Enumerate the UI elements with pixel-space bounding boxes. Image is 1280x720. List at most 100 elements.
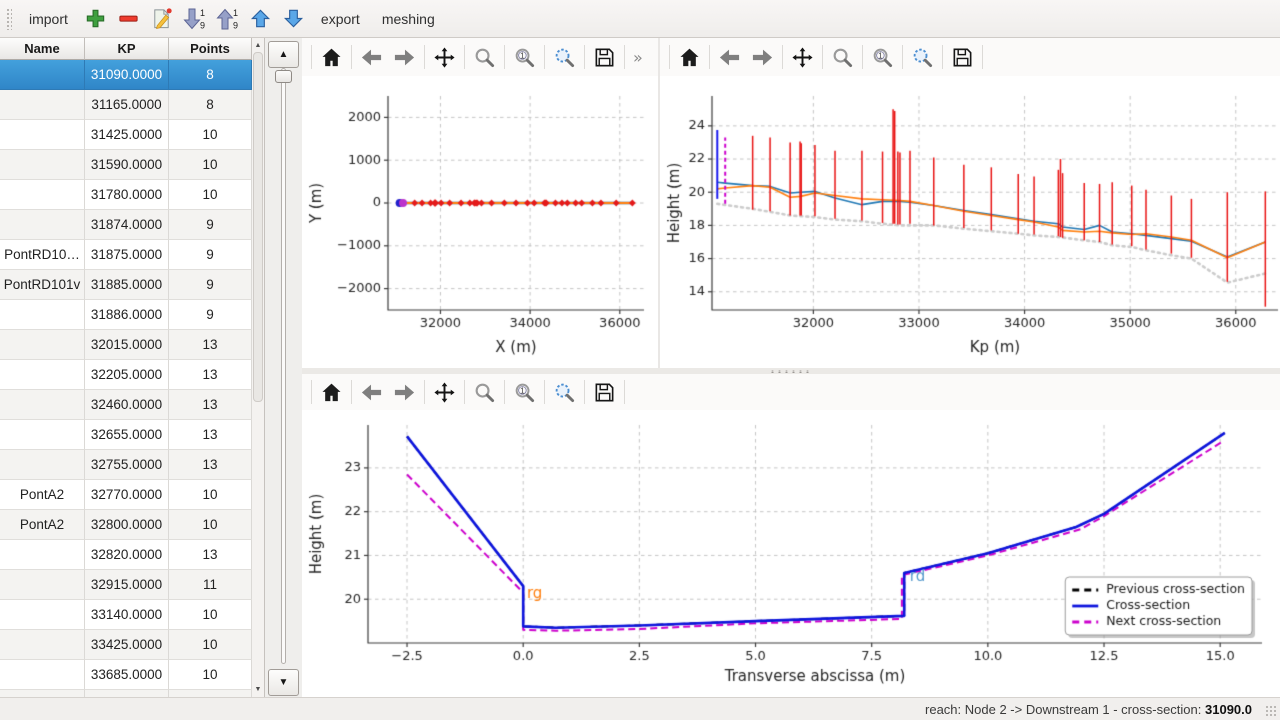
home-button[interactable] <box>315 43 348 71</box>
add-cross-section-button[interactable] <box>79 5 112 33</box>
status-cross-section-value: 31090.0 <box>1205 702 1252 717</box>
cell-points: 10 <box>169 630 252 660</box>
toolbar-separator <box>822 45 823 69</box>
export-button[interactable]: export <box>310 6 371 32</box>
toolbar-drag-handle[interactable] <box>6 8 12 30</box>
longitudinal-profile-chart[interactable] <box>660 76 1280 368</box>
table-scrollbar[interactable]: ▲ ▼ <box>252 38 265 697</box>
cross-section-chart[interactable] <box>302 410 1280 697</box>
sort-down-button[interactable]: 19 <box>178 5 211 33</box>
column-header-points[interactable]: Points <box>169 38 252 60</box>
scroll-down-icon[interactable]: ▼ <box>252 683 264 696</box>
zoom-fit-button[interactable] <box>548 378 581 406</box>
zoom-original-button[interactable]: 1 <box>508 43 541 71</box>
toolbar-separator <box>311 45 312 69</box>
table-row[interactable]: 31590.000010 <box>0 150 252 180</box>
toolbar-separator <box>624 45 625 69</box>
table-row[interactable]: 31874.00009 <box>0 210 252 240</box>
table-row[interactable]: 32655.000013 <box>0 420 252 450</box>
cell-points: 8 <box>169 60 252 90</box>
scrollbar-thumb[interactable] <box>253 52 263 402</box>
cell-name: PontA2 <box>0 510 85 540</box>
plan-view-chart[interactable] <box>302 76 658 368</box>
table-row[interactable]: 31780.000010 <box>0 180 252 210</box>
forward-button[interactable] <box>388 43 421 71</box>
table-row[interactable]: 31886.00009 <box>0 300 252 330</box>
table-row[interactable]: 33425.000010 <box>0 630 252 660</box>
table-row[interactable]: 32205.000013 <box>0 360 252 390</box>
cell-kp: 33685.0000 <box>85 660 169 690</box>
zoom-original-button[interactable]: 1 <box>866 43 899 71</box>
table-body: 31090.0000831165.0000831425.00001031590.… <box>0 60 252 697</box>
pan-button[interactable] <box>428 378 461 406</box>
table-row[interactable]: 31425.000010 <box>0 120 252 150</box>
back-button[interactable] <box>355 378 388 406</box>
move-up-button[interactable] <box>244 5 277 33</box>
toolbar-separator <box>709 45 710 69</box>
resize-grip[interactable] <box>1265 705 1278 718</box>
cell-points: 9 <box>169 270 252 300</box>
save-figure-button[interactable] <box>946 43 979 71</box>
cell-points: 8 <box>169 90 252 120</box>
toolbar-separator <box>311 380 312 404</box>
table-row[interactable]: PontRD101v31885.00009 <box>0 270 252 300</box>
edit-cross-section-button[interactable] <box>145 5 178 33</box>
cell-points: 10 <box>169 180 252 210</box>
cell-points: 9 <box>169 210 252 240</box>
move-down-button[interactable] <box>277 5 310 33</box>
zoom-fit-button[interactable] <box>906 43 939 71</box>
zoom-original-button[interactable]: 1 <box>508 378 541 406</box>
section-up-button[interactable]: ▲ <box>268 41 299 68</box>
table-row[interactable]: 32915.000011 <box>0 570 252 600</box>
cell-kp: 31886.0000 <box>85 300 169 330</box>
meshing-button[interactable]: meshing <box>371 6 446 32</box>
zoom-button[interactable] <box>826 43 859 71</box>
zoom-fit-button[interactable] <box>548 43 581 71</box>
table-row[interactable]: 31090.00008 <box>0 60 252 90</box>
table-row[interactable]: PontRD10…31875.00009 <box>0 240 252 270</box>
section-slider-handle[interactable] <box>275 70 292 83</box>
toolbar-separator <box>424 45 425 69</box>
table-row[interactable]: 33140.000010 <box>0 600 252 630</box>
column-header-name[interactable]: Name <box>0 38 85 60</box>
sort-up-button[interactable]: 19 <box>211 5 244 33</box>
main-toolbar: import 1919 exportmeshing <box>0 0 1280 38</box>
cell-kp: 31874.0000 <box>85 210 169 240</box>
forward-button[interactable] <box>746 43 779 71</box>
cross-sections-table: NameKPPoints 31090.0000831165.0000831425… <box>0 38 252 697</box>
table-row[interactable]: PontA232800.000010 <box>0 510 252 540</box>
save-figure-button[interactable] <box>588 43 621 71</box>
cell-name <box>0 420 85 450</box>
home-button[interactable] <box>315 378 348 406</box>
cell-name <box>0 90 85 120</box>
table-row[interactable]: 32015.000013 <box>0 330 252 360</box>
table-row[interactable]: 32755.000013 <box>0 450 252 480</box>
toolbar-separator <box>544 45 545 69</box>
column-header-kp[interactable]: KP <box>85 38 169 60</box>
section-slider-track[interactable] <box>281 68 286 664</box>
table-row[interactable]: 32820.000013 <box>0 540 252 570</box>
table-row[interactable]: 31165.00008 <box>0 90 252 120</box>
pan-button[interactable] <box>428 43 461 71</box>
pan-button[interactable] <box>786 43 819 71</box>
zoom-button[interactable] <box>468 378 501 406</box>
scroll-up-icon[interactable]: ▲ <box>252 39 264 52</box>
import-button[interactable]: import <box>18 6 79 32</box>
table-row[interactable]: 32460.000013 <box>0 390 252 420</box>
table-row[interactable]: 33685.000010 <box>0 660 252 690</box>
cell-points: 9 <box>169 240 252 270</box>
back-button[interactable] <box>355 43 388 71</box>
back-button[interactable] <box>713 43 746 71</box>
toolbar-separator <box>351 45 352 69</box>
home-button[interactable] <box>673 43 706 71</box>
cell-kp: 32460.0000 <box>85 390 169 420</box>
toolbar-overflow-icon[interactable]: » <box>633 48 643 67</box>
cell-points: 10 <box>169 150 252 180</box>
table-row[interactable]: PontA232770.000010 <box>0 480 252 510</box>
toolbar-separator <box>982 45 983 69</box>
save-figure-button[interactable] <box>588 378 621 406</box>
section-down-button[interactable]: ▼ <box>268 669 299 696</box>
forward-button[interactable] <box>388 378 421 406</box>
remove-cross-section-button[interactable] <box>112 5 145 33</box>
zoom-button[interactable] <box>468 43 501 71</box>
